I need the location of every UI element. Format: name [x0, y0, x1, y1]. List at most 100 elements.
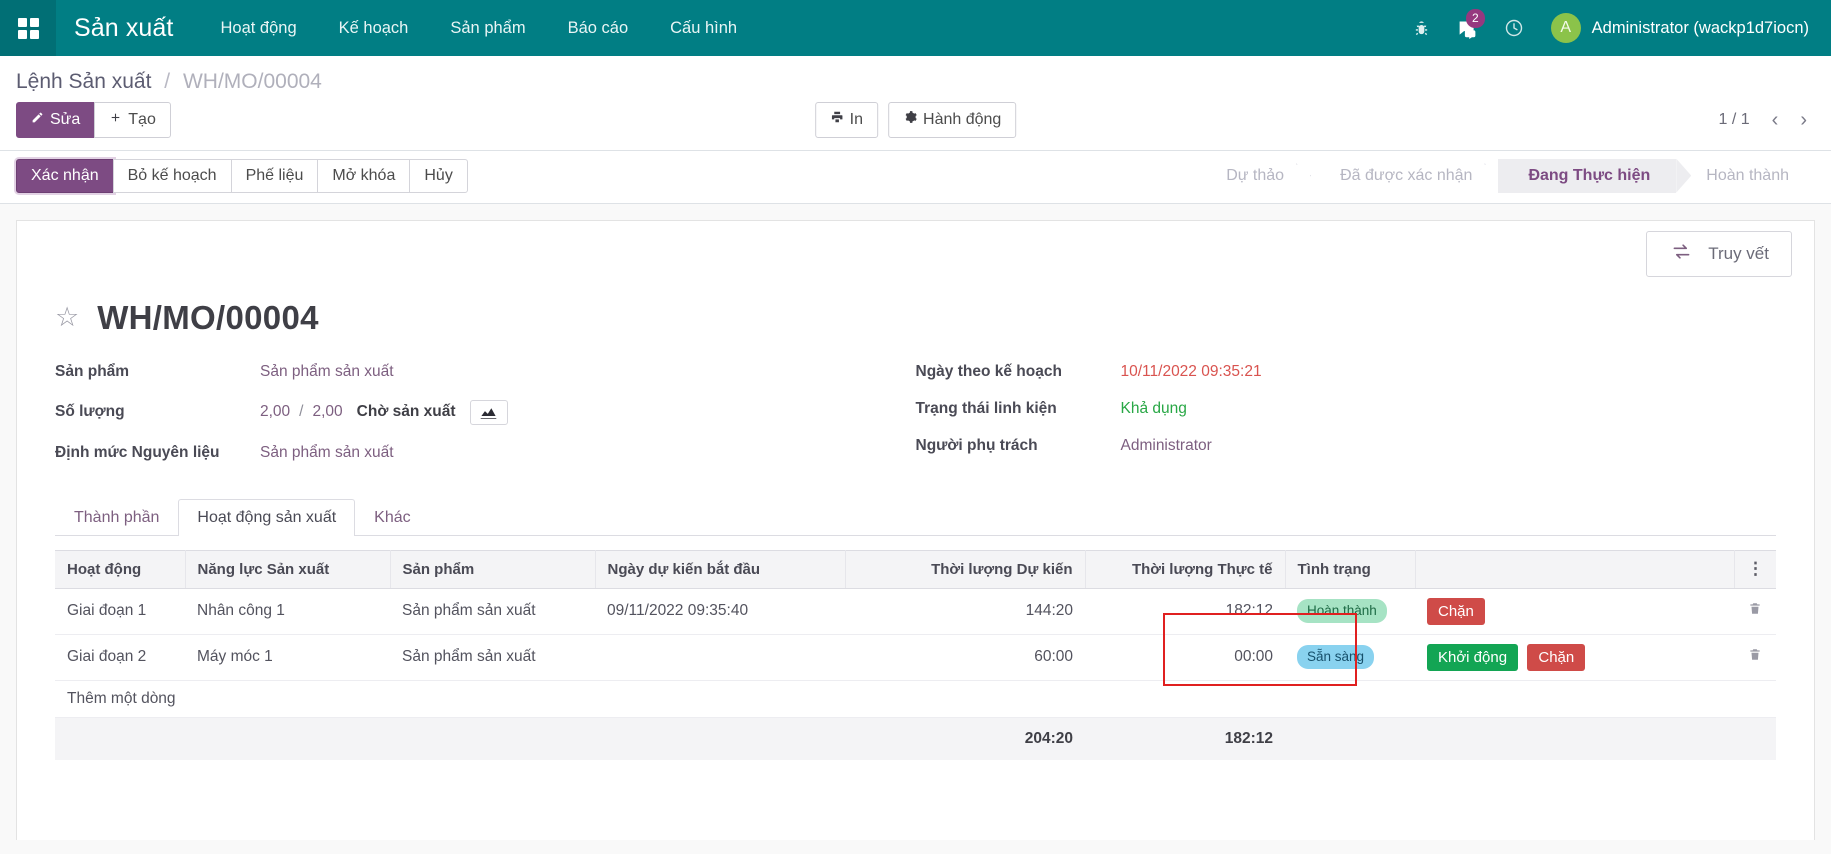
cell-expected-duration[interactable]: 144:20: [845, 588, 1085, 634]
pipeline-step-progress[interactable]: Đang Thực hiện: [1498, 159, 1676, 193]
cell-operation[interactable]: Giai đoạn 1: [55, 588, 185, 634]
control-panel-center-buttons: In Hành động: [815, 102, 1017, 138]
quantity-total[interactable]: 2,00: [312, 403, 342, 421]
smart-button-box: Truy vết: [17, 221, 1814, 277]
user-menu[interactable]: A Administrator (wackp1d7iocn): [1537, 13, 1815, 43]
trash-icon[interactable]: [1748, 649, 1762, 666]
totals-blank-5: [1285, 717, 1415, 760]
tab-misc[interactable]: Khác: [355, 499, 429, 536]
tab-work-orders[interactable]: Hoạt động sản xuất: [178, 499, 355, 536]
top-navbar: Sản xuất Hoạt động Kế hoạch Sản phẩm Báo…: [0, 0, 1831, 56]
unplan-button[interactable]: Bỏ kế hoạch: [113, 159, 232, 193]
cell-product[interactable]: Sản phẩm sản xuất: [390, 588, 595, 634]
traceability-arrows-icon: [1669, 242, 1694, 266]
breadcrumb-root[interactable]: Lệnh Sản xuất: [16, 70, 151, 93]
menu-item-configuration[interactable]: Cấu hình: [649, 0, 758, 56]
chat-bubble-icon[interactable]: 2: [1445, 0, 1491, 56]
menu-item-reporting[interactable]: Báo cáo: [547, 0, 650, 56]
totals-real-duration: 182:12: [1085, 717, 1285, 760]
field-bom-value[interactable]: Sản phẩm sản xuất: [260, 444, 394, 462]
scrap-button[interactable]: Phế liệu: [231, 159, 319, 193]
control-panel: Lệnh Sản xuất / WH/MO/00004 Sửa Tạo: [0, 56, 1831, 151]
status-badge: Sẵn sàng: [1297, 645, 1374, 669]
field-product-value[interactable]: Sản phẩm sản xuất: [260, 363, 394, 381]
chevron-right-icon[interactable]: ›: [1792, 108, 1815, 132]
pipeline-step-confirmed[interactable]: Đã được xác nhận: [1310, 159, 1498, 193]
menu-item-products[interactable]: Sản phẩm: [429, 0, 546, 56]
confirm-button[interactable]: Xác nhận: [16, 159, 114, 193]
pager-value: 1 / 1: [1711, 111, 1758, 129]
clock-icon[interactable]: [1491, 0, 1537, 56]
cell-real-duration[interactable]: 00:00: [1085, 634, 1285, 680]
menu-item-planning[interactable]: Kế hoạch: [318, 0, 430, 56]
field-component-status-value: Khả dụng: [1121, 400, 1187, 418]
cell-planned-start[interactable]: [595, 634, 845, 680]
totals-blank-3: [390, 717, 595, 760]
col-header-actions: [1415, 550, 1735, 588]
block-button[interactable]: Chặn: [1527, 644, 1585, 671]
cancel-button[interactable]: Hủy: [409, 159, 467, 193]
star-outline-icon[interactable]: ☆: [55, 304, 79, 331]
right-field-group: Ngày theo kế hoạch 10/11/2022 09:35:21 T…: [916, 363, 1777, 481]
cell-operation[interactable]: Giai đoạn 2: [55, 634, 185, 680]
cell-expected-duration[interactable]: 60:00: [845, 634, 1085, 680]
bug-icon[interactable]: [1399, 0, 1445, 56]
field-component-status-label: Trạng thái linh kiện: [916, 400, 1121, 418]
breadcrumb-current: WH/MO/00004: [183, 70, 322, 93]
col-header-status[interactable]: Tình trạng: [1285, 550, 1415, 588]
main-menu: Hoạt động Kế hoạch Sản phẩm Báo cáo Cấu …: [199, 0, 758, 56]
messages-count-badge: 2: [1466, 9, 1485, 28]
cell-workcenter[interactable]: Máy móc 1: [185, 634, 390, 680]
form-sheet: Truy vết ☆ WH/MO/00004 Sản phẩm Sản phẩm…: [16, 220, 1815, 840]
plus-icon: [109, 109, 122, 131]
action-button[interactable]: Hành động: [888, 102, 1016, 138]
apps-menu-button[interactable]: [0, 0, 56, 56]
workflow-buttons: Xác nhận Bỏ kế hoạch Phế liệu Mở khóa Hủ…: [16, 159, 468, 193]
print-button[interactable]: In: [815, 102, 878, 138]
field-planned-date-label: Ngày theo kế hoạch: [916, 363, 1121, 381]
chevron-left-icon[interactable]: ‹: [1764, 108, 1787, 132]
vertical-dots-icon[interactable]: ⋮: [1735, 550, 1777, 588]
col-header-workcenter[interactable]: Năng lực Sản xuất: [185, 550, 390, 588]
cell-product[interactable]: Sản phẩm sản xuất: [390, 634, 595, 680]
pipeline-step-draft[interactable]: Dự thảo: [1196, 159, 1310, 193]
table-header-row: Hoạt động Năng lực Sản xuất Sản phẩm Ngà…: [55, 550, 1776, 588]
trash-icon[interactable]: [1748, 603, 1762, 620]
menu-item-operations[interactable]: Hoạt động: [199, 0, 317, 56]
printer-icon: [830, 109, 844, 131]
cell-workcenter[interactable]: Nhân công 1: [185, 588, 390, 634]
add-row-label[interactable]: Thêm một dòng: [55, 680, 1776, 717]
edit-button-label: Sửa: [50, 109, 80, 131]
page-title: WH/MO/00004: [97, 299, 319, 337]
tab-components[interactable]: Thành phần: [55, 499, 178, 536]
cell-row-actions: Khởi động Chặn: [1415, 634, 1735, 680]
table-row[interactable]: Giai đoạn 1 Nhân công 1 Sản phẩm sản xuấ…: [55, 588, 1776, 634]
quantity-done[interactable]: 2,00: [260, 403, 290, 421]
user-name-label: Administrator (wackp1d7iocn): [1592, 19, 1809, 38]
action-button-label: Hành động: [923, 109, 1001, 131]
table-row[interactable]: Giai đoạn 2 Máy móc 1 Sản phẩm sản xuất …: [55, 634, 1776, 680]
record-actions-group: Sửa Tạo: [16, 102, 171, 138]
col-header-planned-start[interactable]: Ngày dự kiến bắt đầu: [595, 550, 845, 588]
unlock-button[interactable]: Mở khóa: [317, 159, 410, 193]
col-header-real-duration[interactable]: Thời lượng Thực tế: [1085, 550, 1285, 588]
forecast-chart-icon[interactable]: [470, 400, 508, 425]
col-header-operation[interactable]: Hoạt động: [55, 550, 185, 588]
block-button[interactable]: Chặn: [1427, 598, 1485, 625]
field-responsible-value[interactable]: Administrator: [1121, 437, 1212, 455]
record-title-row: ☆ WH/MO/00004: [17, 277, 1814, 341]
create-button[interactable]: Tạo: [94, 102, 171, 138]
col-header-product[interactable]: Sản phẩm: [390, 550, 595, 588]
app-brand-title[interactable]: Sản xuất: [56, 14, 199, 43]
totals-blank-7: [1735, 717, 1777, 760]
col-header-expected-duration[interactable]: Thời lượng Dự kiến: [845, 550, 1085, 588]
pipeline-step-done[interactable]: Hoàn thành: [1676, 159, 1815, 193]
edit-button[interactable]: Sửa: [16, 102, 95, 138]
add-row[interactable]: Thêm một dòng: [55, 680, 1776, 717]
cell-planned-start[interactable]: 09/11/2022 09:35:40: [595, 588, 845, 634]
start-button[interactable]: Khởi động: [1427, 644, 1518, 671]
totals-blank-6: [1415, 717, 1735, 760]
traceability-smart-button[interactable]: Truy vết: [1646, 231, 1792, 277]
field-planned-date-value[interactable]: 10/11/2022 09:35:21: [1121, 363, 1262, 381]
cell-real-duration[interactable]: 182:12: [1085, 588, 1285, 634]
